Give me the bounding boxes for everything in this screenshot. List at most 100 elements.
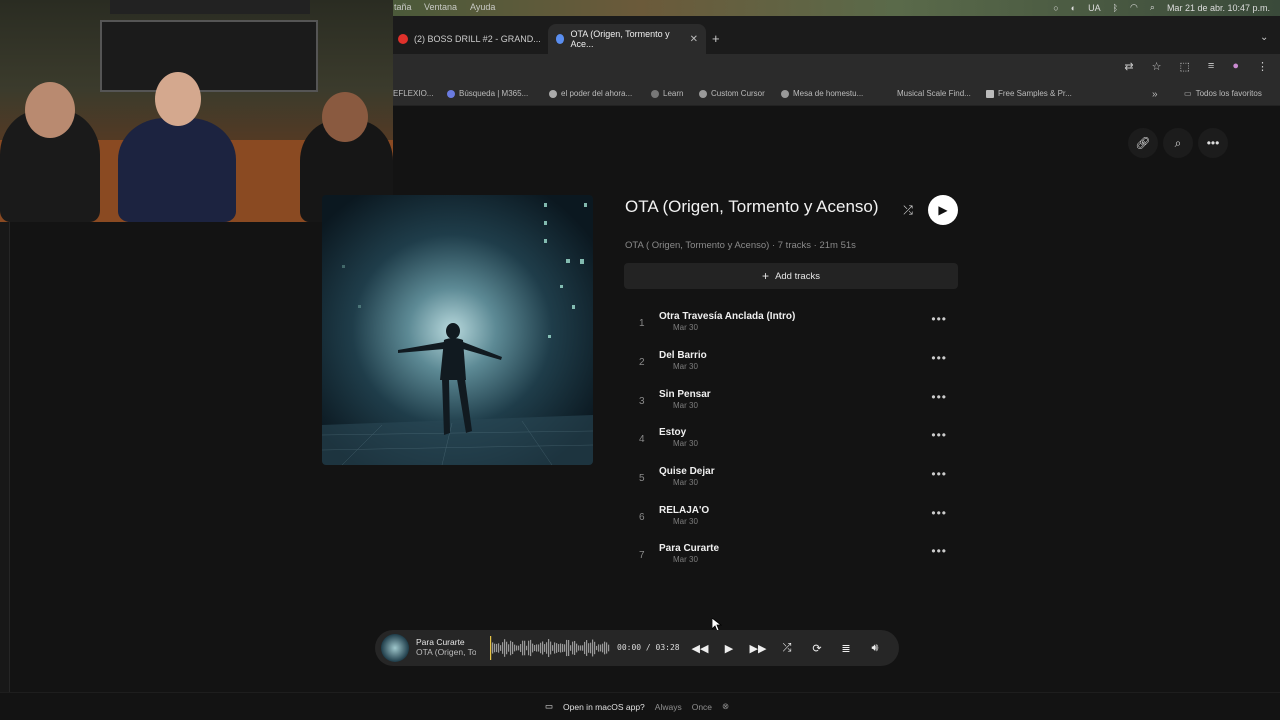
tab-list-icon[interactable]: ⌄ bbox=[1260, 32, 1268, 43]
waveform-seek-bar[interactable] bbox=[490, 636, 610, 660]
add-tracks-label: Add tracks bbox=[775, 270, 820, 282]
track-more-icon[interactable]: ••• bbox=[931, 390, 947, 404]
tab-ota[interactable]: OTA (Origen, Tormento y Ace... ✕ bbox=[548, 24, 706, 54]
waveform-bar bbox=[534, 644, 536, 652]
bluetooth-icon[interactable]: ᛒ bbox=[1113, 3, 1118, 13]
track-title: Quise Dejar bbox=[659, 466, 715, 477]
play-album-button[interactable]: ▶ bbox=[928, 195, 958, 225]
bookmark[interactable]: Musical Scale Find... bbox=[897, 89, 971, 98]
menu-item-tana[interactable]: taña bbox=[394, 2, 412, 12]
more-icon: ••• bbox=[1206, 136, 1220, 150]
track-more-icon[interactable]: ••• bbox=[931, 467, 947, 481]
now-playing-artwork[interactable] bbox=[381, 634, 409, 662]
bookmark[interactable]: Mesa de homestu... bbox=[781, 89, 863, 98]
menu-item-ayuda[interactable]: Ayuda bbox=[470, 2, 495, 12]
track-more-icon[interactable]: ••• bbox=[931, 351, 947, 365]
track-row[interactable]: 4 Estoy Mar 30 ••• bbox=[625, 425, 957, 463]
bookmark[interactable]: Custom Cursor bbox=[699, 89, 765, 98]
track-date: Mar 30 bbox=[673, 439, 698, 448]
track-row[interactable]: 3 Sin Pensar Mar 30 ••• bbox=[625, 387, 957, 425]
bookmarks-overflow[interactable]: » bbox=[1152, 89, 1158, 100]
bookmark[interactable]: Búsqueda | M365... bbox=[447, 89, 528, 98]
track-more-icon[interactable]: ••• bbox=[931, 544, 947, 558]
now-playing-artist[interactable]: OTA (Origen, To bbox=[416, 647, 476, 657]
track-row[interactable]: 5 Quise Dejar Mar 30 ••• bbox=[625, 464, 957, 502]
waveform-bar bbox=[508, 644, 510, 652]
waveform-bar bbox=[548, 639, 550, 657]
new-tab-button[interactable]: + bbox=[712, 31, 720, 46]
bookmark-star-icon[interactable]: ☆ bbox=[1152, 60, 1162, 73]
waveform-bar bbox=[592, 639, 594, 657]
waveform-bar bbox=[554, 642, 556, 654]
webcam-wall-panel bbox=[100, 20, 318, 92]
status-icon[interactable]: ○ bbox=[1053, 3, 1058, 13]
waveform-bar bbox=[580, 645, 582, 651]
bookmark-icon bbox=[447, 89, 455, 98]
menu-item-ventana[interactable]: Ventana bbox=[424, 2, 457, 12]
add-tracks-button[interactable]: + Add tracks bbox=[624, 263, 958, 289]
track-row[interactable]: 2 Del Barrio Mar 30 ••• bbox=[625, 348, 957, 386]
track-title: Para Curarte bbox=[659, 543, 720, 554]
track-row[interactable]: 7 Para Curarte Mar 30 ••• bbox=[625, 541, 957, 579]
track-number: 2 bbox=[639, 357, 645, 368]
search-icon[interactable]: ⌕ bbox=[1150, 2, 1155, 13]
rewind-button[interactable]: ◀◀ bbox=[691, 639, 709, 657]
bookmark[interactable]: el poder del ahora... bbox=[549, 89, 632, 98]
waveform-bar bbox=[514, 644, 516, 652]
track-row[interactable]: 6 RELAJA'O Mar 30 ••• bbox=[625, 503, 957, 541]
extensions-icon[interactable]: ⬚ bbox=[1180, 60, 1190, 73]
waveform-bar bbox=[526, 645, 528, 651]
waveform-bar bbox=[572, 641, 574, 655]
bookmark[interactable]: Free Samples & Pr... bbox=[986, 89, 1072, 98]
track-more-icon[interactable]: ••• bbox=[931, 428, 947, 442]
repeat-button[interactable]: ⟳ bbox=[808, 639, 826, 657]
tab-label: OTA (Origen, Tormento y Ace... bbox=[570, 29, 670, 49]
playback-time: 00:00 / 03:28 bbox=[617, 643, 680, 652]
close-icon[interactable]: ✕ bbox=[690, 34, 698, 45]
queue-button[interactable]: ≣ bbox=[837, 639, 855, 657]
bookmark[interactable]: EFLEXIO... bbox=[393, 89, 433, 98]
waveform-bar bbox=[576, 643, 578, 653]
play-button[interactable]: ▶ bbox=[720, 639, 738, 657]
more-options-button[interactable]: ••• bbox=[1198, 128, 1228, 158]
fast-forward-button[interactable]: ▶▶ bbox=[749, 639, 767, 657]
waveform-bar bbox=[492, 642, 494, 654]
once-button[interactable]: Once bbox=[692, 702, 712, 712]
wifi-icon[interactable]: ◠ bbox=[1130, 2, 1138, 13]
playhead[interactable] bbox=[490, 636, 492, 660]
waveform-bar bbox=[502, 642, 504, 654]
waveform-bar bbox=[598, 644, 600, 652]
track-more-icon[interactable]: ••• bbox=[931, 506, 947, 520]
bookmark[interactable]: Learn bbox=[651, 89, 683, 98]
more-icon[interactable]: ⋮ bbox=[1257, 60, 1268, 73]
input-language[interactable]: UA bbox=[1088, 3, 1101, 13]
piano-icon bbox=[986, 89, 994, 98]
search-button[interactable]: ⌕ bbox=[1163, 128, 1193, 158]
clock[interactable]: Mar 21 de abr. 10:47 p.m. bbox=[1167, 3, 1270, 13]
profile-avatar[interactable]: ● bbox=[1232, 60, 1239, 73]
waveform-bar bbox=[590, 642, 592, 654]
play-icon: ▶ bbox=[724, 642, 734, 655]
now-playing-title[interactable]: Para Curarte bbox=[416, 637, 465, 647]
track-more-icon[interactable]: ••• bbox=[931, 312, 947, 326]
track-number: 5 bbox=[639, 473, 645, 484]
track-date: Mar 30 bbox=[673, 401, 698, 410]
volume-button[interactable]: 🔊︎ bbox=[866, 639, 884, 657]
translate-icon[interactable]: ⇄ bbox=[1124, 60, 1133, 73]
play-icon: ▶ bbox=[938, 203, 948, 217]
all-bookmarks[interactable]: ▭ Todos los favoritos bbox=[1184, 89, 1262, 98]
copy-link-button[interactable]: 🔗︎ bbox=[1128, 128, 1158, 158]
bookmark-icon bbox=[651, 89, 659, 98]
status-icon[interactable]: ◐ bbox=[1071, 3, 1076, 13]
shuffle-button[interactable]: ⤮ bbox=[778, 639, 796, 657]
waveform-bar bbox=[578, 645, 580, 651]
always-button[interactable]: Always bbox=[655, 702, 682, 712]
tab-boss-drill[interactable]: (2) BOSS DRILL #2 - GRAND... ✕ bbox=[390, 24, 571, 54]
track-row[interactable]: 1 Otra Travesía Anclada (Intro) Mar 30 •… bbox=[625, 309, 957, 347]
waveform-bar bbox=[494, 643, 496, 653]
shuffle-button[interactable]: ⤮ bbox=[898, 200, 918, 220]
close-icon[interactable]: ⊗ bbox=[722, 701, 729, 712]
open-in-app-text[interactable]: Open in macOS app? bbox=[563, 702, 645, 712]
track-number: 7 bbox=[639, 550, 645, 561]
reading-list-icon[interactable]: ≡ bbox=[1208, 60, 1214, 73]
